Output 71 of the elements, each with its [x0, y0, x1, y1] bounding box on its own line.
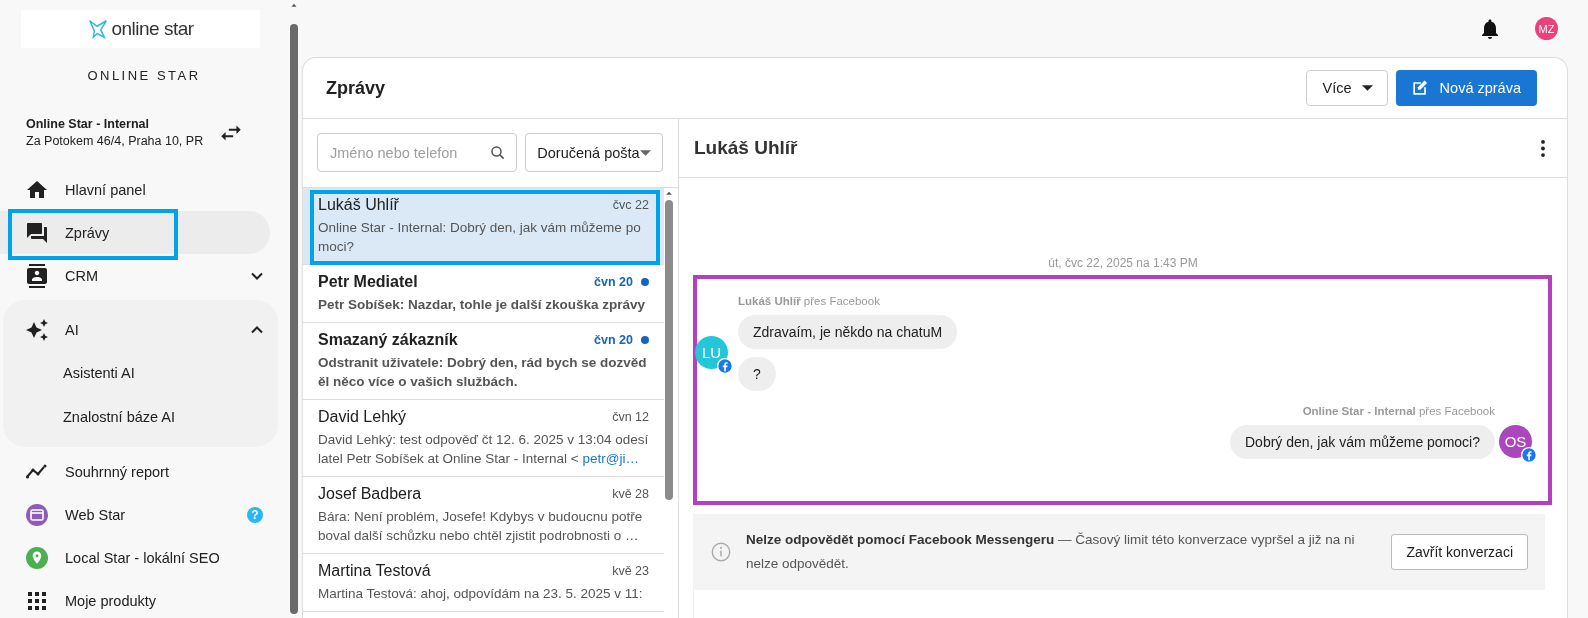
nav-item[interactable]: Zprávy — [0, 211, 270, 254]
unread-dot — [641, 336, 649, 344]
folder-dropdown[interactable]: Doručená pošta — [525, 133, 663, 172]
search-field[interactable]: Jméno nebo telefon — [317, 133, 517, 172]
close-conversation-button[interactable]: Zavřít konverzaci — [1391, 534, 1528, 570]
message-date: kvě 28 — [612, 487, 649, 501]
nav-item[interactable]: Hlavní panel — [0, 168, 288, 211]
nav-subitem[interactable]: Znalostní báze AI — [3, 395, 278, 439]
brand-name: ONLINE STAR — [86, 68, 202, 83]
conversation-item[interactable]: Smazaný zákazník čvn 20 Odstranit uživatele: Dobrý den, rád bych se dozvěděl něco více o vašich službách. — [303, 323, 664, 400]
message-date: čvn 20 — [594, 333, 633, 347]
sparkle-icon — [25, 317, 49, 342]
contact-name: Martina Testová — [318, 562, 432, 580]
sender-label: Lukáš Uhlíř přes Facebook — [738, 295, 880, 307]
scrollbar-thumb[interactable] — [665, 200, 673, 500]
conversation-item[interactable]: Petr Mediatel čvn 20 Petr Sobíšek: Nazdar, tohle je další zkouška zprávy — [303, 265, 664, 323]
account-address: Za Potokem 46/4, Praha 10, PR — [26, 134, 204, 148]
contact-name: Lukáš Uhlíř — [318, 196, 400, 214]
chat-contact-name: Lukáš Uhlíř — [694, 137, 799, 159]
browser-window-icon — [25, 502, 49, 527]
facebook-icon — [1521, 446, 1537, 463]
message-preview: Petr Sobíšek: Nazdar, tohle je další zkouška zprávy — [318, 296, 647, 314]
conversation-item[interactable]: David Lehký čvn 12 David Lehký: test odpověď čt 12. 6. 2025 v 13:04 odesílatel Petr Sobíšek at Online Star - Internal < petr@ji… — [303, 400, 664, 477]
chat-icon — [25, 220, 49, 245]
star-icon — [87, 18, 110, 40]
sender-label: Online Star - Internal přes Facebook — [1302, 405, 1495, 417]
more-vertical-icon — [1541, 139, 1545, 157]
message-preview: Online Star - Internal: Dobrý den, jak vám můžeme pomoci? — [318, 219, 642, 256]
logo: online star — [21, 10, 260, 48]
conversation-item[interactable]: Josef Badbera kvě 28 Bára: Není problém, Josefe! Kdybys v budoucnu potřeboval další schůzku nebo chtěl zjistit podrobnosti o … — [303, 477, 664, 554]
nav-item[interactable]: Moje produkty — [0, 579, 288, 618]
conversation-item[interactable]: Martina Testová kvě 23 Martina Testová: ahoj, odpovídám na 23. 5. 2025 v 11: — [303, 554, 664, 612]
message-date: kvě 23 — [612, 564, 649, 578]
scrollbar-thumb[interactable] — [290, 24, 298, 614]
message-bubble: Dobrý den, jak vám můžeme pomoci? — [1230, 425, 1495, 459]
contact-name: David Lehký — [318, 408, 408, 426]
contact-name: Petr Mediatel — [318, 273, 419, 291]
nav-item[interactable]: CRM — [0, 254, 288, 297]
email-link[interactable]: petr@ji… — [582, 451, 639, 466]
message-preview: Bára: Není problém, Josefe! Kdybys v budoucnu potřeboval další schůzku nebo chtěl zjistit podrobnosti o … — [318, 508, 644, 545]
message-bubble: ? — [738, 357, 776, 391]
message-bubble: Zdravaím, je někdo na chatuM — [738, 315, 958, 349]
nav-item[interactable]: Souhrnný report — [0, 450, 288, 493]
message-preview: David Lehký: test odpověď čt 12. 6. 2025 v 13:04 odesílatel Petr Sobíšek at Online Star - Internal < petr@ji… — [318, 431, 649, 468]
message-timestamp: út, čvc 22, 2025 na 1:43 PM — [1047, 256, 1199, 270]
contact-name: Josef Badbera — [318, 485, 423, 503]
nav-subitem[interactable]: Asistenti AI — [3, 351, 278, 395]
message-date: čvn 20 — [594, 275, 633, 289]
message-preview: Martina Testová: ahoj, odpovídám na 23. 5. 2025 v 11: — [318, 585, 644, 603]
more-button[interactable]: Více — [1305, 70, 1388, 106]
nav-item[interactable]: Local Star - lokální SEO — [0, 536, 288, 579]
caret-icon — [1361, 85, 1373, 91]
user-avatar[interactable]: MZ — [1535, 17, 1558, 40]
unread-dot — [641, 278, 649, 286]
new-message-button[interactable]: Nová zpráva — [1395, 70, 1537, 106]
facebook-icon — [717, 357, 733, 374]
account-name: Online Star - Internal — [26, 117, 150, 131]
map-pin-icon — [25, 545, 49, 570]
search-icon — [489, 144, 507, 162]
nav-item[interactable]: AI — [3, 308, 278, 351]
notice-text: Nelze odpovědět pomocí Facebook Messengeru — Časový limit této konverzace vypršel a již na ni nelze odpovědět. — [746, 531, 1356, 573]
contact-card-icon — [25, 263, 49, 288]
page-title: Zprávy — [326, 77, 387, 99]
contact-name: Smazaný zákazník — [318, 331, 459, 349]
message-date: čvn 12 — [612, 410, 649, 424]
conversation-item[interactable]: Lukáš Uhlíř čvc 22 Online Star - Internal: Dobrý den, jak vám můžeme pomoci? — [303, 188, 664, 265]
message-date: čvc 22 — [612, 198, 649, 212]
nav-item[interactable]: Web Star ? — [0, 493, 288, 536]
message-preview: Odstranit uživatele: Dobrý den, rád bych se dozvěděl něco více o vašich službách. — [318, 354, 648, 391]
info-icon — [710, 541, 732, 563]
caret-icon — [639, 149, 651, 156]
